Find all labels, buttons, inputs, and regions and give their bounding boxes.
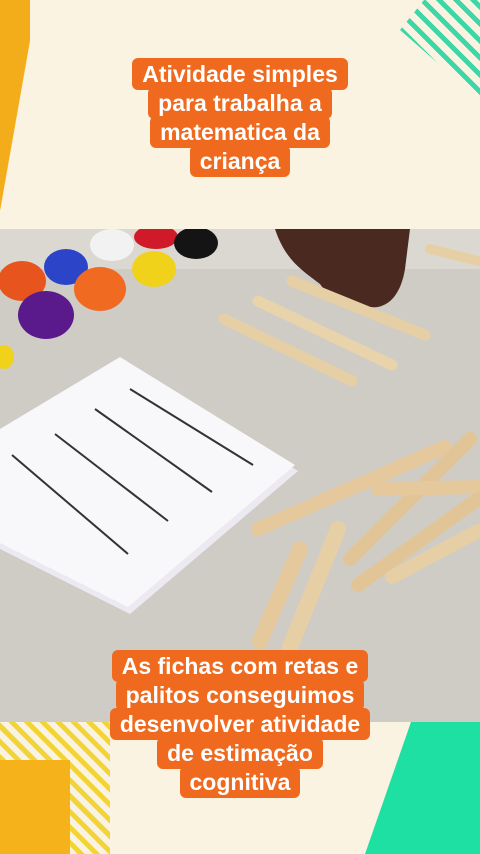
caption-bottom-line-3: desenvolver atividade: [109, 708, 371, 740]
decorative-shape-top-left: [0, 0, 30, 210]
caption-top-line-2: para trabalha a: [148, 87, 332, 119]
decorative-stripes-top-right: [400, 0, 480, 100]
caption-top: Atividade simples para trabalha a matema…: [110, 58, 370, 177]
caption-top-line-4: criança: [189, 145, 291, 177]
activity-photo: [0, 229, 480, 722]
caption-bottom-line-1: As fichas com retas e: [111, 650, 369, 682]
caption-top-line-3: matematica da: [150, 116, 330, 148]
caption-bottom-line-4: de estimação: [157, 737, 323, 769]
caption-bottom-line-2: palitos conseguimos: [115, 679, 365, 711]
caption-bottom-line-5: cognitiva: [179, 766, 301, 798]
decorative-shape-bottom-left: [0, 760, 70, 854]
caption-bottom: As fichas com retas e palitos conseguimo…: [80, 650, 400, 798]
caption-top-line-1: Atividade simples: [132, 58, 348, 90]
